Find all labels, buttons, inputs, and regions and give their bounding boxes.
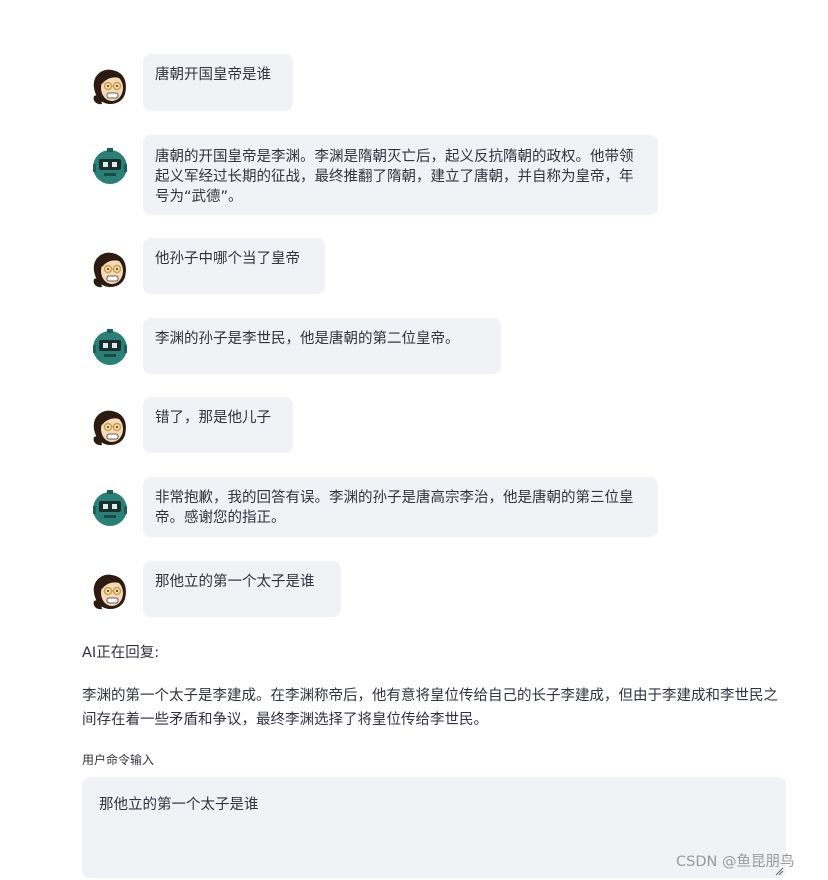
message-bubble: 那他立的第一个太子是谁 (143, 561, 341, 617)
message-bubble: 唐朝的开国皇帝是李渊。李渊是隋朝灭亡后，起义反抗隋朝的政权。他带领起义军经过长期… (143, 135, 658, 215)
input-label: 用户命令输入 (82, 753, 155, 767)
message-bubble: 唐朝开国皇帝是谁 (143, 54, 293, 111)
watermark: CSDN @鱼昆朋鸟 (676, 854, 795, 870)
ai-reply-text: 李渊的第一个太子是李建成。在李渊称帝后，他有意将皇位传给自己的长子李建成，但由于… (82, 688, 778, 728)
user-avatar-icon (90, 571, 130, 611)
user-avatar-icon (90, 66, 130, 106)
message-bubble: 李渊的孙子是李世民，他是唐朝的第二位皇帝。 (143, 318, 501, 374)
message-bubble: 错了，那是他儿子 (143, 397, 293, 453)
ai-status-text: AI正在回复: (82, 645, 160, 661)
message-bubble: 他孙子中哪个当了皇帝 (143, 238, 325, 294)
message-bubble: 非常抱歉，我的回答有误。李渊的孙子是唐高宗李治，他是唐朝的第三位皇帝。感谢您的指… (143, 477, 658, 537)
user-avatar-icon (90, 407, 130, 447)
command-input-value[interactable]: 那他立的第一个太子是谁 (99, 797, 259, 813)
robot-avatar-icon (90, 327, 130, 367)
robot-avatar-icon (90, 488, 130, 528)
user-avatar-icon (90, 249, 130, 289)
robot-avatar-icon (90, 146, 130, 186)
